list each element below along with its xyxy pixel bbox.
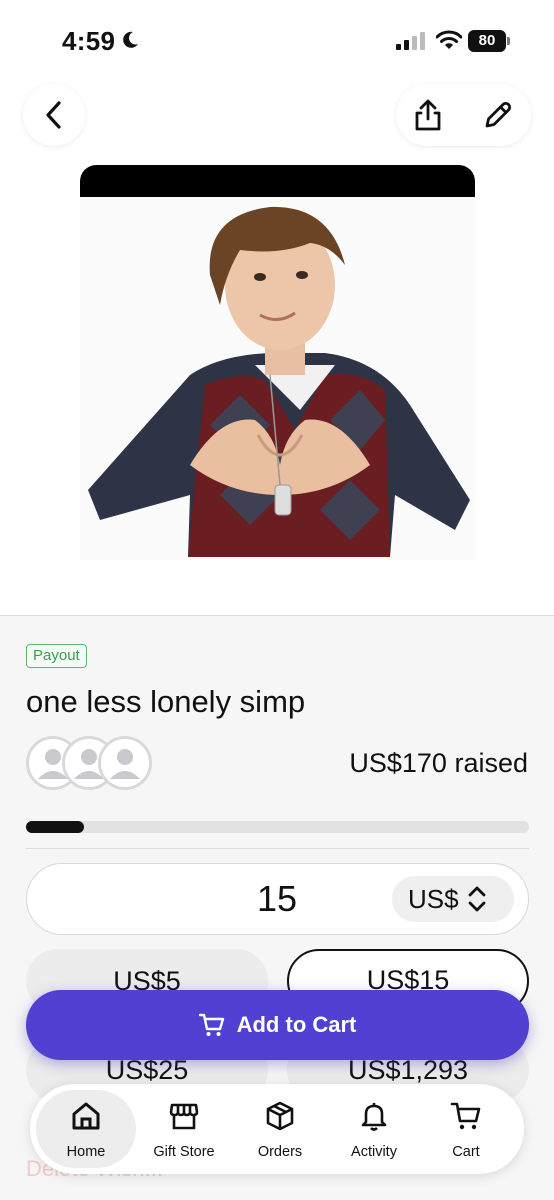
wish-title: one less lonely simp — [26, 684, 306, 719]
tab-bar: Home Gift Store Orders Activity Cart — [30, 1084, 524, 1174]
contributor-avatars[interactable] — [26, 736, 156, 792]
add-to-cart-button[interactable]: Add to Cart — [26, 990, 529, 1060]
contribution-amount-field[interactable]: 15 US$ — [26, 863, 529, 935]
back-button[interactable] — [23, 84, 85, 146]
tab-cart[interactable]: Cart — [416, 1090, 516, 1168]
edit-button[interactable] — [480, 97, 516, 133]
moon-icon — [123, 31, 138, 48]
store-icon — [169, 1103, 199, 1130]
share-icon — [415, 99, 441, 131]
tab-home[interactable]: Home — [36, 1090, 136, 1168]
tab-label: Orders — [257, 1144, 303, 1160]
bell-icon — [361, 1103, 387, 1131]
battery-indicator: 80 — [468, 30, 510, 52]
tab-label: Cart — [452, 1144, 480, 1160]
pencil-icon — [485, 101, 512, 128]
chevron-up-down-icon — [468, 886, 485, 912]
tab-label: Gift Store — [153, 1144, 215, 1160]
box-icon — [266, 1101, 294, 1131]
wifi-icon — [436, 30, 462, 49]
tab-gift-store[interactable]: Gift Store — [134, 1090, 234, 1168]
tab-activity[interactable]: Activity — [324, 1090, 424, 1168]
amount-raised: US$170 raised — [349, 748, 528, 778]
share-button[interactable] — [410, 97, 446, 133]
cart-icon — [450, 1102, 481, 1130]
chevron-left-icon — [46, 101, 61, 129]
status-bar: 4:59 80 — [0, 0, 554, 80]
wish-image — [80, 165, 475, 560]
avatar-placeholder-icon — [98, 736, 152, 790]
tab-label: Activity — [351, 1144, 397, 1160]
tab-orders[interactable]: Orders — [230, 1090, 330, 1168]
add-to-cart-label: Add to Cart — [236, 1012, 357, 1037]
divider — [26, 848, 529, 849]
payout-badge: Payout — [26, 644, 87, 668]
cart-icon — [198, 1013, 224, 1036]
tab-label: Home — [66, 1144, 106, 1160]
currency-select[interactable]: US$ — [392, 876, 514, 922]
home-icon — [72, 1102, 100, 1130]
cellular-signal-icon — [396, 32, 425, 50]
currency-select-value: US$ — [408, 883, 459, 914]
battery-level: 80 — [468, 30, 506, 52]
funding-progress-fill — [26, 821, 84, 833]
status-time: 4:59 — [62, 26, 116, 56]
person-photo — [80, 197, 475, 560]
header-actions — [396, 84, 531, 146]
funding-progress-bar — [26, 821, 529, 833]
